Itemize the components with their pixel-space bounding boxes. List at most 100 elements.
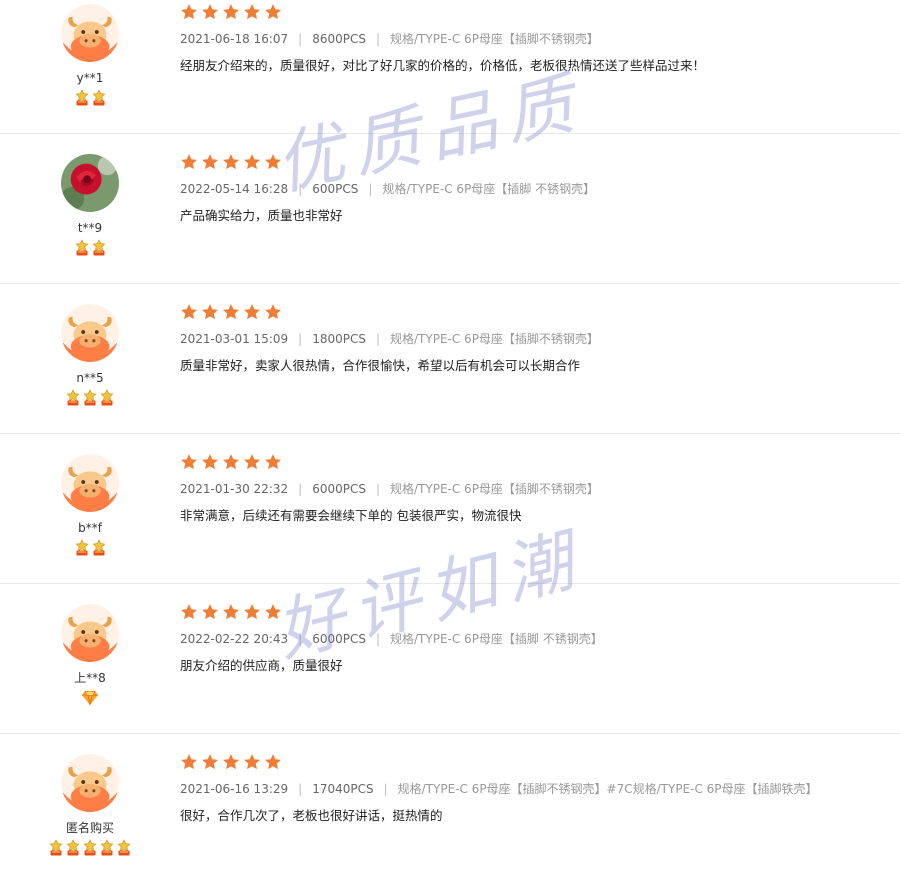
star-icon	[201, 303, 219, 321]
reviewer-level-badges	[30, 389, 150, 407]
ox-avatar-icon	[61, 454, 119, 512]
product-spec: 规格/TYPE-C 6P母座【插脚 不锈钢壳】	[390, 632, 603, 646]
crown-medal-icon	[91, 89, 107, 106]
star-icon	[264, 753, 282, 771]
separator: |	[375, 332, 381, 346]
star-icon	[243, 153, 261, 171]
star-icon	[222, 153, 240, 171]
star-icon	[222, 753, 240, 771]
review-date: 2022-05-14 16:28	[180, 182, 289, 196]
star-icon	[201, 603, 219, 621]
review-text: 经朋友介绍来的，质量很好，对比了好几家的价格的，价格低，老板很热情还送了些样品过…	[180, 58, 706, 73]
review-content: 2021-06-18 16:07 | 8600PCS | 规格/TYPE-C 6P母座【…	[180, 3, 890, 74]
avatar[interactable]	[61, 754, 119, 812]
star-rating	[180, 753, 890, 771]
ox-avatar-icon	[61, 304, 119, 362]
review-meta: 2022-05-14 16:28 | 600PCS | 规格/TYPE-C 6P母座【插…	[180, 181, 890, 197]
crown-medal-icon	[91, 239, 107, 256]
reviewer: 上**8	[30, 604, 150, 707]
separator: |	[298, 332, 303, 346]
separator: |	[298, 182, 303, 196]
order-quantity: 1800PCS	[312, 332, 366, 346]
rose-photo-icon	[61, 154, 119, 212]
reviewer-level-badges	[30, 539, 150, 557]
review-content: 2021-06-16 13:29 | 17040PCS | 规格/TYPE-C 6P母座…	[180, 753, 890, 824]
star-icon	[180, 153, 198, 171]
reviewer-name: 匿名购买	[65, 821, 114, 835]
ox-avatar-icon	[61, 4, 119, 62]
review-meta: 2021-01-30 22:32 | 6000PCS | 规格/TYPE-C 6P母座【…	[180, 481, 890, 497]
star-icon	[243, 3, 261, 21]
order-quantity: 600PCS	[312, 182, 359, 196]
separator: |	[383, 782, 388, 796]
ox-avatar-icon	[61, 754, 119, 812]
separator: |	[298, 782, 303, 796]
separator: |	[368, 182, 373, 196]
star-icon	[264, 303, 282, 321]
reviewer-level-badges	[30, 89, 150, 107]
review-date: 2021-06-18 16:07	[180, 32, 289, 46]
product-spec: 规格/TYPE-C 6P母座【插脚不锈钢壳】	[390, 32, 599, 46]
reviewer: n**5	[30, 304, 150, 407]
review-meta: 2021-06-18 16:07 | 8600PCS | 规格/TYPE-C 6P母座【…	[180, 31, 890, 47]
ox-avatar-icon	[61, 604, 119, 662]
product-spec: 规格/TYPE-C 6P母座【插脚 不锈钢壳】	[382, 182, 596, 196]
review-meta: 2021-03-01 15:09 | 1800PCS | 规格/TYPE-C 6P母座【…	[180, 331, 890, 347]
review-date: 2022-02-22 20:43	[180, 632, 289, 646]
crown-medal-icon	[82, 389, 98, 406]
star-icon	[243, 303, 261, 321]
avatar[interactable]	[61, 4, 119, 62]
star-rating	[180, 153, 890, 171]
product-spec: 规格/TYPE-C 6P母座【插脚不锈钢壳】	[390, 482, 599, 496]
star-icon	[180, 453, 198, 471]
separator: |	[375, 482, 381, 496]
reviewer: t**9	[30, 154, 150, 257]
crown-medal-icon	[65, 389, 81, 406]
review-item: n**5 2021-03-01 15:09 | 1800PCS | 规格/TYPE-C 6…	[0, 284, 900, 434]
star-icon	[180, 303, 198, 321]
reviewer-level-badges	[30, 689, 150, 707]
separator: |	[375, 632, 381, 646]
review-date: 2021-01-30 22:32	[180, 482, 289, 496]
star-icon	[222, 453, 240, 471]
star-icon	[180, 753, 198, 771]
separator: |	[298, 32, 303, 46]
star-rating	[180, 3, 890, 21]
reviewer-name: y**1	[76, 71, 104, 85]
crown-medal-icon	[99, 839, 115, 856]
reviewer-name: b**f	[78, 521, 102, 535]
star-rating	[180, 603, 890, 621]
star-icon	[180, 3, 198, 21]
star-icon	[264, 3, 282, 21]
star-icon	[201, 753, 219, 771]
avatar[interactable]	[61, 304, 119, 362]
reviewer-level-badges	[30, 239, 150, 257]
review-content: 2021-03-01 15:09 | 1800PCS | 规格/TYPE-C 6P母座【…	[180, 303, 890, 374]
review-meta: 2022-02-22 20:43 | 6000PCS | 规格/TYPE-C 6P母座【…	[180, 631, 890, 647]
star-rating	[180, 303, 890, 321]
review-text: 非常满意，后续还有需要会继续下单的 包装很严实，物流很快	[180, 508, 522, 523]
crown-medal-icon	[116, 839, 132, 856]
star-icon	[222, 3, 240, 21]
review-date: 2021-03-01 15:09	[180, 332, 289, 346]
review-item: t**9 2022-05-14 16:28 | 600PCS | 规格/TYPE-C 6P…	[0, 134, 900, 284]
reviewer-name: t**9	[77, 221, 103, 235]
avatar[interactable]	[61, 454, 119, 512]
star-icon	[201, 453, 219, 471]
review-item: 上**8 2022-02-22 20:43 | 6000PCS | 规格/TYPE-C 6…	[0, 584, 900, 734]
reviewer-level-badges	[30, 839, 150, 857]
crown-medal-icon	[74, 89, 90, 106]
order-quantity: 6000PCS	[312, 632, 366, 646]
review-content: 2022-05-14 16:28 | 600PCS | 规格/TYPE-C 6P母座【插…	[180, 153, 890, 224]
star-icon	[264, 603, 282, 621]
separator: |	[375, 32, 381, 46]
avatar[interactable]	[61, 604, 119, 662]
reviewer: b**f	[30, 454, 150, 557]
star-icon	[243, 453, 261, 471]
review-text: 质量非常好，卖家人很热情，合作很愉快，希望以后有机会可以长期合作	[180, 358, 581, 373]
star-rating	[180, 453, 890, 471]
avatar[interactable]	[61, 154, 119, 212]
order-quantity: 17040PCS	[312, 782, 374, 796]
crown-medal-icon	[91, 539, 107, 556]
review-content: 2022-02-22 20:43 | 6000PCS | 规格/TYPE-C 6P母座【…	[180, 603, 890, 674]
